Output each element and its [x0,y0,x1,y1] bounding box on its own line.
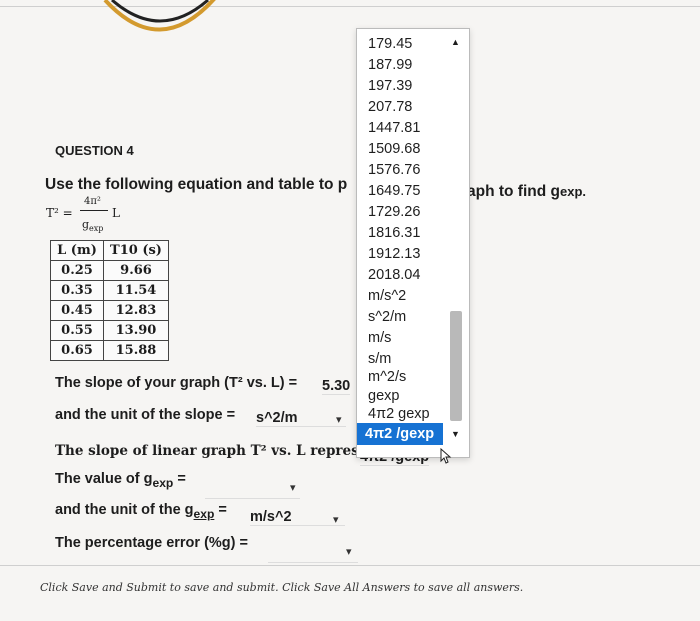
data-table: L (m) T10 (s) 0.25 9.66 0.35 11.54 0.45 12.… [50,240,169,361]
dropdown-option[interactable]: 1509.68 [368,141,420,157]
dropdown-option[interactable]: 1649.75 [368,183,420,199]
pendulum-image [103,0,216,32]
equation: T² = 4π² L gexp [46,196,120,234]
chevron-down-icon: ▾ [290,482,296,494]
dropdown-option[interactable]: 207.78 [368,99,412,115]
dropdown-option[interactable]: 179.45 [368,36,412,52]
percentage-label: The percentage error (%g) = [55,535,248,551]
dropdown-option[interactable]: m/s^2 [368,288,406,304]
chevron-down-icon: ▾ [336,414,342,426]
dropdown-option[interactable]: 1912.13 [368,246,420,262]
page: QUESTION 4 Use the following equation an… [0,0,700,621]
dropdown-option[interactable]: gexp [368,388,399,404]
table-row: 0.25 9.66 [50,260,169,281]
unit-label: and the unit of the slope = [55,407,236,423]
dropdown-option[interactable]: m^2/s [368,369,406,385]
question-title: QUESTION 4 [55,143,134,158]
dropdown-option[interactable]: 2018.04 [368,267,420,283]
slope-label: The slope of your graph (T² vs. L) = [55,375,298,391]
table-row: 0.35 11.54 [50,280,169,301]
scroll-up-icon[interactable]: ▲ [451,37,460,47]
instruction-text: Use the following equation and table to … [45,176,348,193]
dropdown-option[interactable]: 187.99 [368,57,412,73]
dropdown-option[interactable]: 4π2 gexp [368,406,430,422]
dropdown-option[interactable]: s^2/m [368,309,406,325]
table-header: T10 (s) [103,240,169,261]
scroll-down-icon[interactable]: ▼ [451,429,460,439]
gexp-label: The value of gexp = [55,471,186,490]
dropdown-list[interactable]: 179.45 187.99 197.39 207.78 1447.81 1509… [356,28,470,458]
table-row: 0.45 12.83 [50,300,169,321]
dropdown-option[interactable]: 1816.31 [368,225,420,241]
gunit-select[interactable]: m/s^2 [250,509,345,526]
footer-note: Click Save and Submit to save and submit… [40,581,524,594]
dropdown-option[interactable]: 1576.76 [368,162,420,178]
table-row: 0.55 13.90 [50,320,169,341]
dropdown-option[interactable]: 1729.26 [368,204,420,220]
slope-value-field[interactable]: 5.30 [322,378,351,395]
dropdown-option[interactable]: s/m [368,351,391,367]
table-row: 0.65 15.88 [50,340,169,361]
chevron-down-icon: ▾ [346,546,352,558]
percentage-select[interactable] [268,548,358,563]
mouse-pointer-icon [440,448,452,464]
dropdown-scrollbar[interactable]: ▲ ▼ [449,31,463,455]
unit-select[interactable]: s^2/m [256,410,346,427]
chevron-down-icon: ▾ [333,514,339,526]
dropdown-option[interactable]: m/s [368,330,391,346]
scroll-thumb[interactable] [450,311,462,421]
gexp-select[interactable] [205,484,300,499]
footer-divider [0,565,700,566]
represent-label: The slope of linear graph T² vs. L repre… [55,443,384,459]
table-header: L (m) [50,240,104,261]
dropdown-option[interactable]: 1447.81 [368,120,420,136]
dropdown-selected-option[interactable]: 4π2 /gexp [357,423,443,445]
dropdown-option[interactable]: 197.39 [368,78,412,94]
instruction-tail: aph to find gexp. [467,183,586,200]
gunit-label: and the unit of the gexp = [55,502,227,521]
